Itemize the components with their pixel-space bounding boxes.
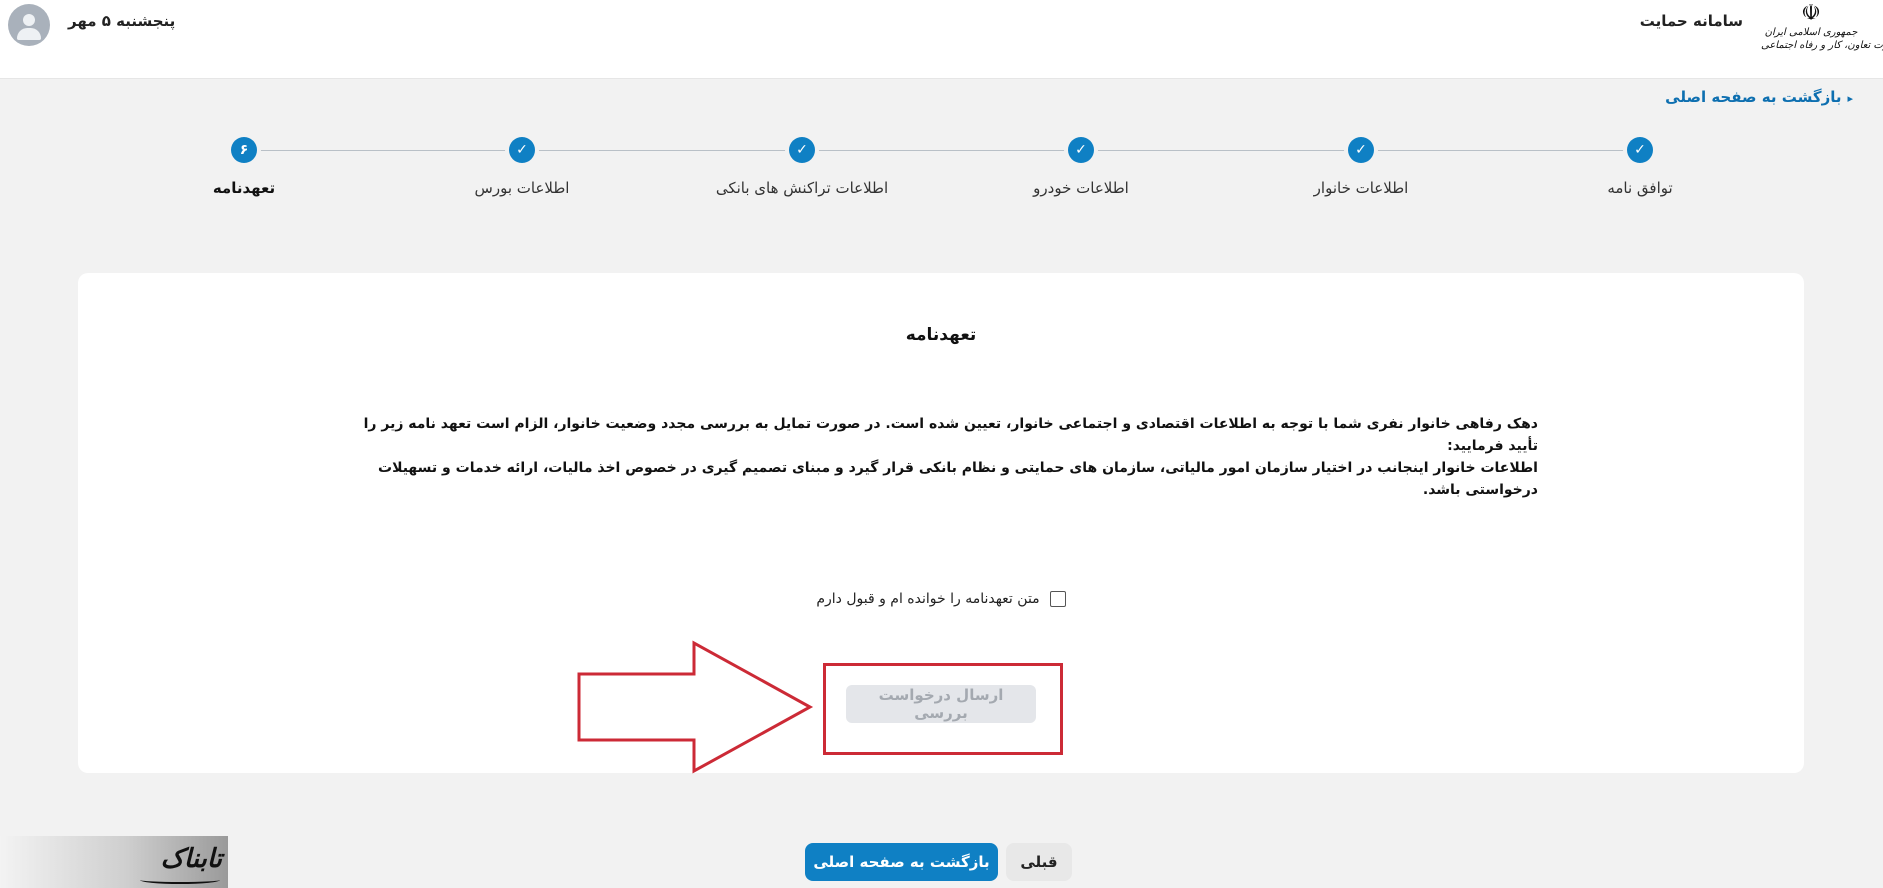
commitment-line-2: اطلاعات خانوار اینجانب در اختیار سازمان … bbox=[378, 460, 1538, 498]
back-to-home-button[interactable]: بازگشت به صفحه اصلی bbox=[805, 843, 998, 881]
annotation-box bbox=[823, 663, 1063, 755]
agree-label[interactable]: متن تعهدنامه را خوانده ام و قبول دارم bbox=[816, 591, 1039, 607]
watermark-swoosh bbox=[140, 876, 220, 884]
current-date: پنجشنبه ۵ مهر bbox=[68, 12, 176, 30]
step-commitment: ۶ تعهدنامه bbox=[114, 137, 374, 197]
step-label: اطلاعات خانوار bbox=[1313, 179, 1409, 197]
step-number: ۶ bbox=[231, 137, 257, 163]
watermark-logo: تابناک bbox=[0, 836, 228, 888]
back-to-home-link[interactable]: ▸ بازگشت به صفحه اصلی bbox=[1665, 88, 1853, 106]
step-label-active: تعهدنامه bbox=[212, 179, 276, 197]
card-title: تعهدنامه bbox=[905, 325, 977, 345]
commitment-line-1: دهک رفاهی خانوار نفری شما با توجه به اطل… bbox=[363, 416, 1538, 454]
step-label: اطلاعات خودرو bbox=[1033, 179, 1129, 197]
agree-row: متن تعهدنامه را خوانده ام و قبول دارم bbox=[78, 591, 1804, 607]
commitment-text: دهک رفاهی خانوار نفری شما با توجه به اطل… bbox=[338, 413, 1538, 501]
back-link-label: بازگشت به صفحه اصلی bbox=[1665, 88, 1842, 106]
check-icon: ✓ bbox=[1348, 137, 1374, 163]
logo-line-1: جمهوری اسلامی ایران bbox=[1764, 27, 1858, 38]
top-bar: ☫ جمهوری اسلامی ایران وزارت تعاون، کار و… bbox=[0, 0, 1883, 79]
stepper: ✓ توافق نامه ✓ اطلاعات خانوار ✓ اطلاعات … bbox=[0, 137, 1883, 207]
watermark-text: تابناک bbox=[160, 844, 222, 874]
step-label: اطلاعات بورس bbox=[474, 179, 570, 197]
step-label: توافق نامه bbox=[1607, 179, 1673, 197]
avatar[interactable] bbox=[8, 4, 50, 46]
emblem-icon: ☫ bbox=[1801, 1, 1821, 26]
check-icon: ✓ bbox=[1068, 137, 1094, 163]
system-name: سامانه حمایت bbox=[1639, 12, 1743, 30]
check-icon: ✓ bbox=[509, 137, 535, 163]
annotation-arrow-icon bbox=[577, 640, 814, 774]
step-agreement: ✓ توافق نامه bbox=[1510, 137, 1770, 197]
step-household: ✓ اطلاعات خانوار bbox=[1231, 137, 1491, 197]
step-stock-exchange: ✓ اطلاعات بورس bbox=[392, 137, 652, 197]
agree-checkbox[interactable] bbox=[1049, 591, 1066, 607]
chevron-right-icon: ▸ bbox=[1847, 92, 1853, 105]
ministry-logo: ☫ جمهوری اسلامی ایران وزارت تعاون، کار و… bbox=[1761, 1, 1883, 58]
user-icon bbox=[23, 14, 35, 26]
step-label: اطلاعات تراکنش های بانکی bbox=[715, 179, 889, 197]
user-icon-body bbox=[17, 28, 41, 40]
previous-button[interactable]: قبلی bbox=[1006, 843, 1072, 881]
step-vehicle: ✓ اطلاعات خودرو bbox=[951, 137, 1211, 197]
step-bank-transactions: ✓ اطلاعات تراکنش های بانکی bbox=[672, 137, 932, 197]
check-icon: ✓ bbox=[1627, 137, 1653, 163]
check-icon: ✓ bbox=[789, 137, 815, 163]
logo-line-2: وزارت تعاون، کار و رفاه اجتماعی bbox=[1761, 40, 1883, 51]
